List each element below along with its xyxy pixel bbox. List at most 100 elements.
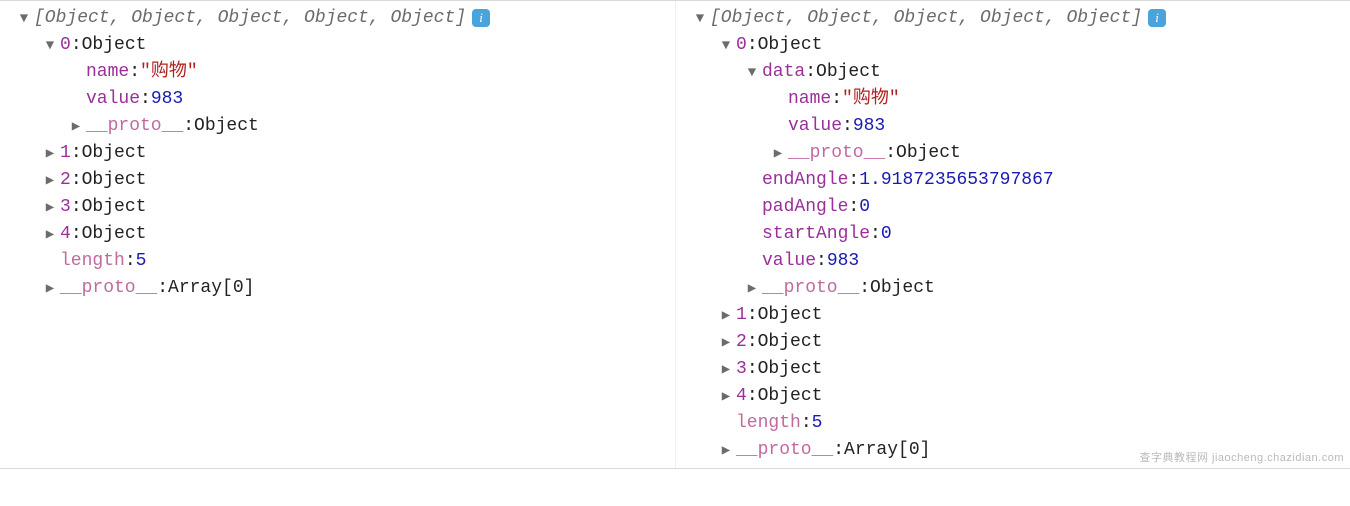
tree-row-proto[interactable]: ▶ __proto__ : Object — [8, 113, 675, 140]
prop-value: Object — [82, 194, 147, 221]
watermark: 查字典教程网 jiaocheng.chazidian.com — [1139, 450, 1344, 467]
prop-key: value — [788, 113, 842, 140]
tree-row-data-value[interactable]: value : 983 — [684, 113, 1350, 140]
prop-value: Object — [758, 302, 823, 329]
prop-key: 0 — [736, 32, 747, 59]
chevron-right-icon[interactable]: ▶ — [42, 171, 58, 192]
tree-row-proto-array[interactable]: ▶ __proto__ : Array[0] — [8, 275, 675, 302]
chevron-down-icon[interactable]: ▼ — [718, 36, 734, 57]
tree-row-data-name[interactable]: name : "购物" — [684, 86, 1350, 113]
prop-value: Object — [896, 140, 961, 167]
prop-key: 4 — [60, 221, 71, 248]
prop-key: value — [86, 86, 140, 113]
prop-key: length — [60, 248, 125, 275]
chevron-right-icon[interactable]: ▶ — [718, 306, 734, 327]
tree-row-startangle[interactable]: startAngle : 0 — [684, 221, 1350, 248]
prop-value: 5 — [812, 410, 823, 437]
tree-row-value[interactable]: value : 983 — [8, 86, 675, 113]
tree-row-length[interactable]: length : 5 — [8, 248, 675, 275]
tree-row-index-1[interactable]: ▶ 1 : Object — [8, 140, 675, 167]
tree-row-index-0[interactable]: ▼ 0 : Object — [684, 32, 1350, 59]
tree-row-index-2[interactable]: ▶ 2 : Object — [8, 167, 675, 194]
console-pane-left: ▼ [Object, Object, Object, Object, Objec… — [0, 1, 675, 468]
tree-row-endangle[interactable]: endAngle : 1.9187235653797867 — [684, 167, 1350, 194]
prop-key: __proto__ — [788, 140, 885, 167]
chevron-right-icon[interactable]: ▶ — [718, 360, 734, 381]
tree-row-padangle[interactable]: padAngle : 0 — [684, 194, 1350, 221]
prop-key: name — [86, 59, 129, 86]
array-header-row[interactable]: ▼ [Object, Object, Object, Object, Objec… — [8, 5, 675, 32]
prop-key: value — [762, 248, 816, 275]
prop-key: 1 — [736, 302, 747, 329]
tree-row-name[interactable]: name : "购物" — [8, 59, 675, 86]
tree-row-index-4[interactable]: ▶ 4 : Object — [684, 383, 1350, 410]
info-icon[interactable]: i — [1148, 9, 1166, 27]
tree-row-index-2[interactable]: ▶ 2 : Object — [684, 329, 1350, 356]
chevron-right-icon[interactable]: ▶ — [42, 279, 58, 300]
console-panes: ▼ [Object, Object, Object, Object, Objec… — [0, 0, 1350, 469]
prop-key: length — [736, 410, 801, 437]
chevron-right-icon[interactable]: ▶ — [42, 198, 58, 219]
prop-key: 3 — [60, 194, 71, 221]
prop-key: __proto__ — [86, 113, 183, 140]
prop-value: Object — [758, 356, 823, 383]
prop-value: "购物" — [842, 86, 900, 113]
prop-key: startAngle — [762, 221, 870, 248]
chevron-right-icon[interactable]: ▶ — [744, 279, 760, 300]
prop-key: 0 — [60, 32, 71, 59]
array-header-row[interactable]: ▼ [Object, Object, Object, Object, Objec… — [684, 5, 1350, 32]
prop-value: Object — [870, 275, 935, 302]
prop-key: endAngle — [762, 167, 848, 194]
prop-key: 1 — [60, 140, 71, 167]
prop-value: Object — [82, 32, 147, 59]
prop-value: 1.9187235653797867 — [859, 167, 1053, 194]
tree-row-data-proto[interactable]: ▶ __proto__ : Object — [684, 140, 1350, 167]
prop-value: Array[0] — [168, 275, 254, 302]
tree-row-index-3[interactable]: ▶ 3 : Object — [684, 356, 1350, 383]
prop-value: 5 — [136, 248, 147, 275]
prop-key: padAngle — [762, 194, 848, 221]
chevron-right-icon[interactable]: ▶ — [42, 144, 58, 165]
chevron-right-icon[interactable]: ▶ — [718, 441, 734, 462]
chevron-right-icon[interactable]: ▶ — [718, 333, 734, 354]
chevron-right-icon[interactable]: ▶ — [718, 387, 734, 408]
chevron-right-icon[interactable]: ▶ — [68, 117, 84, 138]
prop-key: 3 — [736, 356, 747, 383]
tree-row-length[interactable]: length : 5 — [684, 410, 1350, 437]
prop-value: Object — [758, 329, 823, 356]
tree-row-index-4[interactable]: ▶ 4 : Object — [8, 221, 675, 248]
console-pane-right: ▼ [Object, Object, Object, Object, Objec… — [675, 1, 1350, 468]
prop-value: "购物" — [140, 59, 198, 86]
tree-row-data[interactable]: ▼ data : Object — [684, 59, 1350, 86]
prop-key: data — [762, 59, 805, 86]
prop-value: Array[0] — [844, 437, 930, 464]
prop-value: 0 — [881, 221, 892, 248]
prop-value: Object — [816, 59, 881, 86]
tree-row-proto[interactable]: ▶ __proto__ : Object — [684, 275, 1350, 302]
prop-value: 983 — [151, 86, 183, 113]
prop-key: 4 — [736, 383, 747, 410]
prop-value: 983 — [853, 113, 885, 140]
prop-key: __proto__ — [60, 275, 157, 302]
tree-row-value[interactable]: value : 983 — [684, 248, 1350, 275]
prop-value: 983 — [827, 248, 859, 275]
tree-row-index-0[interactable]: ▼ 0 : Object — [8, 32, 675, 59]
info-icon[interactable]: i — [472, 9, 490, 27]
chevron-down-icon[interactable]: ▼ — [692, 9, 708, 30]
prop-value: Object — [82, 221, 147, 248]
array-summary: [Object, Object, Object, Object, Object] — [710, 5, 1142, 32]
chevron-right-icon[interactable]: ▶ — [42, 225, 58, 246]
chevron-down-icon[interactable]: ▼ — [16, 9, 32, 30]
tree-row-index-3[interactable]: ▶ 3 : Object — [8, 194, 675, 221]
prop-key: 2 — [60, 167, 71, 194]
chevron-down-icon[interactable]: ▼ — [42, 36, 58, 57]
chevron-down-icon[interactable]: ▼ — [744, 63, 760, 84]
prop-key: 2 — [736, 329, 747, 356]
prop-value: Object — [758, 383, 823, 410]
prop-value: 0 — [859, 194, 870, 221]
prop-value: Object — [194, 113, 259, 140]
tree-row-index-1[interactable]: ▶ 1 : Object — [684, 302, 1350, 329]
prop-value: Object — [82, 167, 147, 194]
prop-value: Object — [82, 140, 147, 167]
chevron-right-icon[interactable]: ▶ — [770, 144, 786, 165]
